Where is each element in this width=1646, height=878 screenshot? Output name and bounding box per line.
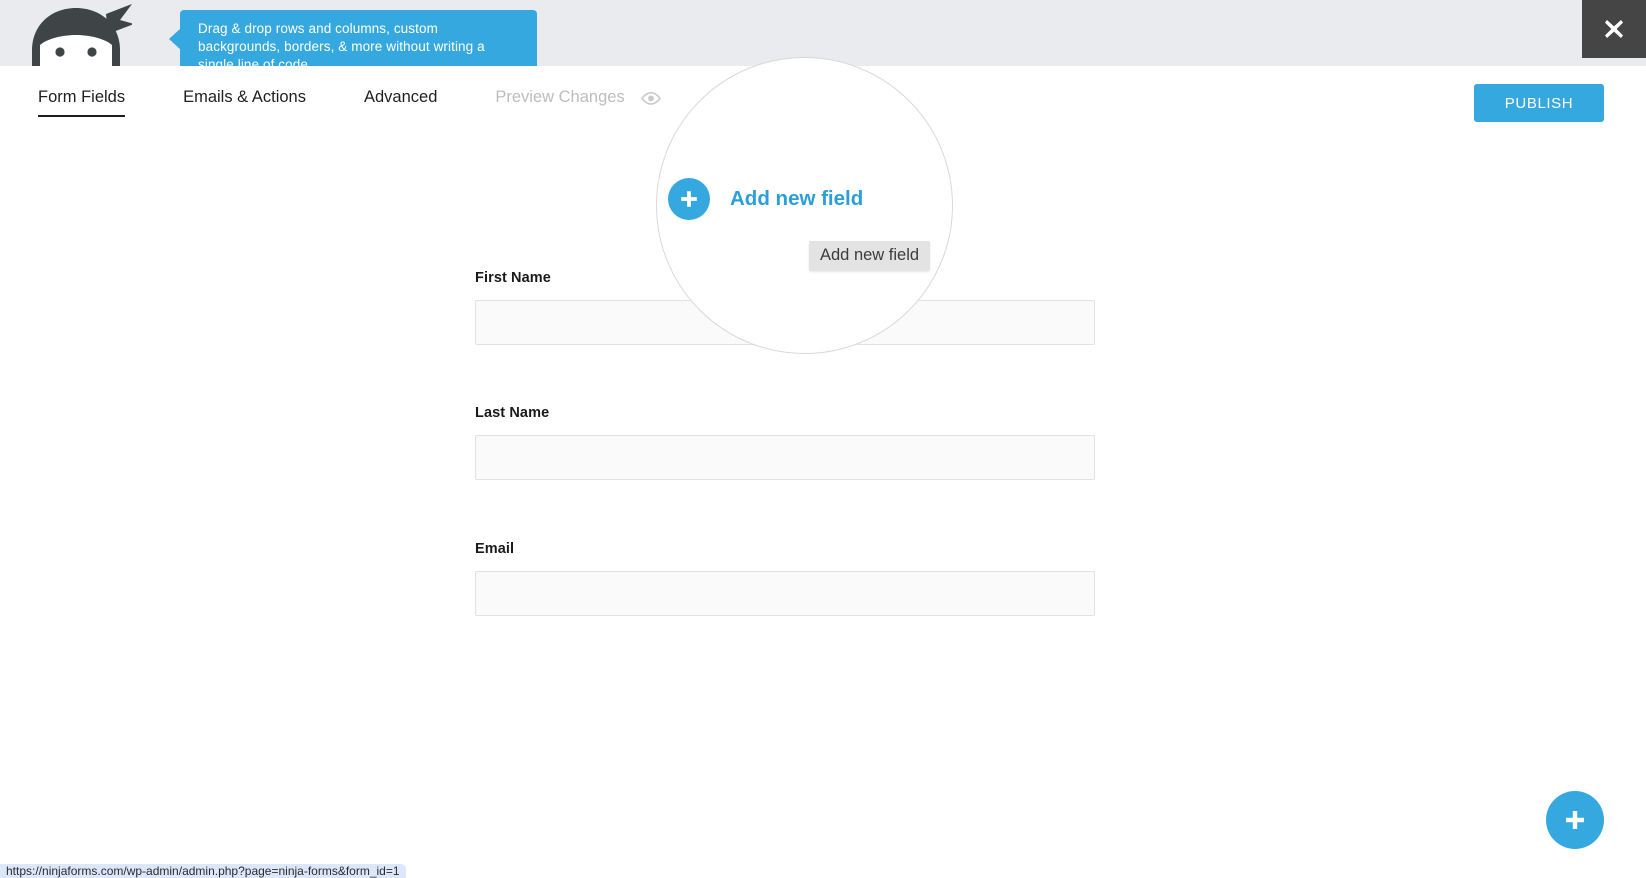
ninja-forms-builder: Drag & drop rows and columns, custom bac… [0, 0, 1646, 878]
email-input[interactable] [475, 571, 1095, 616]
tab-form-fields-label: Form Fields [38, 88, 126, 106]
feature-callout: Drag & drop rows and columns, custom bac… [169, 10, 537, 72]
add-new-field-label: Add new field [730, 187, 864, 210]
ninja-forms-logo [20, 0, 132, 66]
tab-emails-actions[interactable]: Emails & Actions [183, 88, 306, 117]
top-bar: Drag & drop rows and columns, custom bac… [0, 0, 1646, 72]
eye-icon [641, 92, 662, 105]
add-new-field-tooltip: Add new field [809, 241, 931, 271]
plus-icon [1566, 811, 1584, 829]
tab-preview-changes[interactable]: Preview Changes [495, 88, 662, 117]
tab-list: Form Fields Emails & Actions Advanced Pr… [38, 88, 662, 117]
field-label-email: Email [475, 541, 515, 557]
callout-text: Drag & drop rows and columns, custom bac… [198, 21, 485, 72]
tab-form-fields[interactable]: Form Fields [38, 88, 126, 117]
tab-advanced[interactable]: Advanced [364, 88, 437, 117]
close-icon [1605, 20, 1623, 38]
form-field-last-name: Last Name [475, 405, 1095, 480]
field-label-last-name: Last Name [475, 405, 550, 421]
last-name-input[interactable] [475, 435, 1095, 480]
callout-arrow-icon [169, 28, 181, 50]
tab-emails-actions-label: Emails & Actions [183, 88, 306, 106]
close-button[interactable] [1582, 0, 1646, 58]
form-field-email: Email [475, 541, 1095, 616]
add-new-field-button[interactable]: Add new field [668, 178, 863, 220]
tab-advanced-label: Advanced [363, 88, 438, 106]
add-field-fab[interactable] [1546, 791, 1604, 849]
publish-button[interactable]: PUBLISH [1474, 84, 1604, 122]
plus-icon [668, 178, 710, 220]
tab-preview-changes-label: Preview Changes [495, 88, 625, 106]
browser-status-url: https://ninjaforms.com/wp-admin/admin.ph… [0, 864, 406, 878]
